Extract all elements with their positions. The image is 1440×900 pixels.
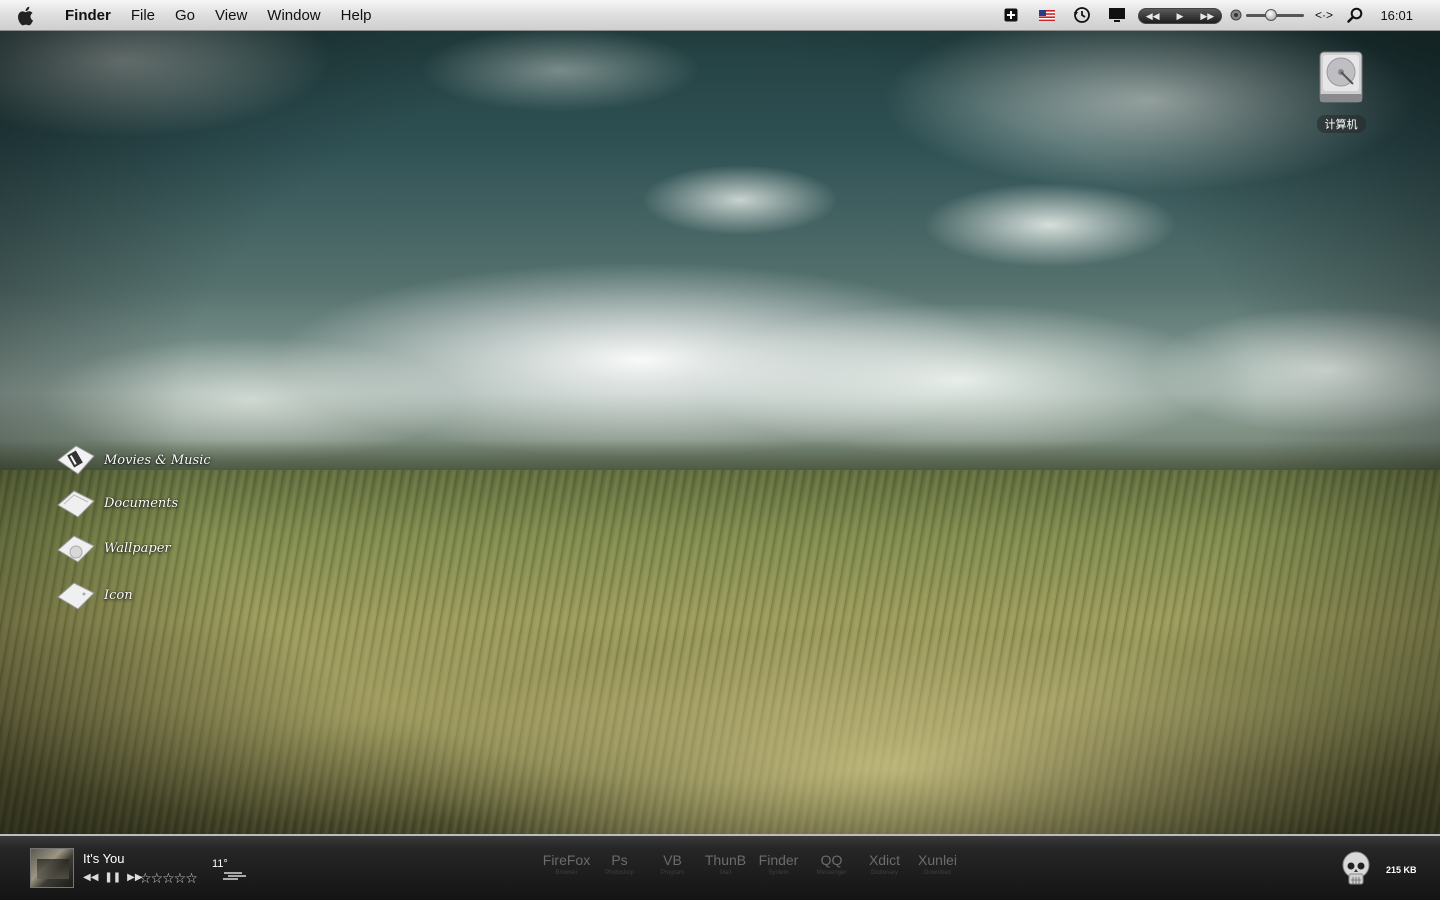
dock-name-firefox: FireFox — [542, 852, 591, 868]
us-flag-icon[interactable] — [1038, 5, 1056, 25]
desktop-wallpaper — [0, 0, 1440, 900]
dock-item-vb[interactable]: VB Program — [646, 852, 699, 878]
dock-sub-thunb: Mail — [719, 870, 731, 876]
wallpaper-folder-icon — [57, 535, 95, 563]
dock-name-xdict: Xdict — [868, 852, 901, 868]
wallpaper-vignette — [0, 0, 1440, 900]
speaker-icon[interactable] — [1229, 5, 1243, 25]
desktop-folder-documents[interactable]: Documents — [54, 485, 178, 521]
menu-help[interactable]: Help — [331, 0, 382, 31]
menu-file[interactable]: File — [121, 0, 165, 31]
dock-name-vb: VB — [663, 852, 682, 868]
desktop-folder-movies-music[interactable]: Movies & Music — [54, 442, 211, 478]
documents-folder-icon — [57, 490, 95, 518]
folder-label-movies-music: Movies & Music — [104, 452, 211, 468]
dock-item-thunb[interactable]: ThunB Mail — [699, 852, 752, 878]
desktop-drive[interactable]: 计算机 — [1310, 50, 1372, 133]
dock-item-ps[interactable]: Ps Photoshop — [593, 852, 646, 878]
dock-item-firefox[interactable]: FireFox Browser — [540, 852, 593, 878]
dock-sub-ps: Photoshop — [605, 870, 634, 876]
dock-item-xdict[interactable]: Xdict Dictionary — [858, 852, 911, 878]
menu-window[interactable]: Window — [257, 0, 330, 31]
dock-sub-firefox: Browser — [555, 870, 578, 876]
desktop-folder-icon[interactable]: Icon — [54, 577, 133, 613]
desktop-folder-wallpaper[interactable]: Wallpaper — [54, 530, 171, 566]
menu-items: Finder File Go View Window Help — [55, 0, 382, 31]
dock-name-ps: Ps — [611, 852, 628, 868]
dock-sub-vb: Program — [660, 870, 684, 876]
folder-label-icon: Icon — [104, 587, 133, 603]
bottom-bar: It's You ◀◀ ❚❚ ▶▶ ☆☆☆☆☆ 11° FireFox Brow… — [0, 834, 1440, 900]
code-icon[interactable]: <·> — [1314, 5, 1334, 25]
media-controls: ◀◀ ▶ ▶▶ — [1138, 8, 1222, 24]
spotlight-icon[interactable] — [1346, 5, 1364, 25]
menu-view[interactable]: View — [205, 0, 257, 31]
icon-folder-icon — [57, 582, 95, 610]
now-playing-title: It's You — [83, 851, 125, 866]
media-next-button[interactable]: ▶▶ — [1196, 9, 1218, 23]
menu-go[interactable]: Go — [165, 0, 205, 31]
previous-track-icon[interactable]: ◀◀ — [83, 872, 98, 883]
weather-temperature: 11° — [212, 858, 228, 870]
media-play-button[interactable]: ▶ — [1169, 9, 1191, 23]
movies-folder-icon — [57, 445, 95, 475]
track-rating[interactable]: ☆☆☆☆☆ — [139, 870, 198, 887]
network-speed: 215 KB — [1386, 865, 1417, 875]
hard-drive-icon — [1319, 51, 1363, 103]
skull-monitor-icon[interactable] — [1340, 850, 1372, 888]
folder-label-documents: Documents — [104, 495, 179, 511]
dock-item-xunlei[interactable]: Xunlei Download — [911, 852, 964, 878]
menu-clock[interactable]: 16:01 — [1380, 0, 1413, 31]
dock-name-qq: QQ — [820, 852, 843, 868]
time-machine-icon[interactable] — [1072, 5, 1092, 25]
dock-sub-qq: Messenger — [816, 870, 847, 876]
dock: FireFox Browser Ps Photoshop VB Program … — [540, 852, 964, 878]
dock-name-xunlei: Xunlei — [918, 852, 957, 868]
album-art[interactable] — [30, 848, 74, 888]
menu-app-finder[interactable]: Finder — [55, 0, 121, 31]
apple-menu-icon[interactable] — [14, 4, 38, 28]
dock-name-finder: Finder — [758, 852, 799, 868]
dock-item-finder[interactable]: Finder System — [752, 852, 805, 878]
dock-sub-xunlei: Download — [924, 870, 951, 876]
add-icon[interactable] — [1003, 5, 1019, 25]
weather-wind-icon — [223, 872, 246, 880]
display-icon[interactable] — [1107, 5, 1127, 25]
dock-item-qq[interactable]: QQ Messenger — [805, 852, 858, 878]
media-previous-button[interactable]: ◀◀ — [1142, 9, 1164, 23]
folder-label-wallpaper: Wallpaper — [104, 540, 171, 556]
dock-sub-xdict: Dictionary — [871, 870, 898, 876]
menu-bar: Finder File Go View Window Help ◀◀ ▶ ▶▶ … — [0, 0, 1440, 31]
dock-name-thunb: ThunB — [704, 852, 747, 868]
dock-sub-finder: System — [768, 870, 789, 876]
volume-slider-knob[interactable] — [1265, 9, 1277, 21]
pause-icon[interactable]: ❚❚ — [104, 872, 121, 883]
drive-label: 计算机 — [1316, 115, 1366, 133]
